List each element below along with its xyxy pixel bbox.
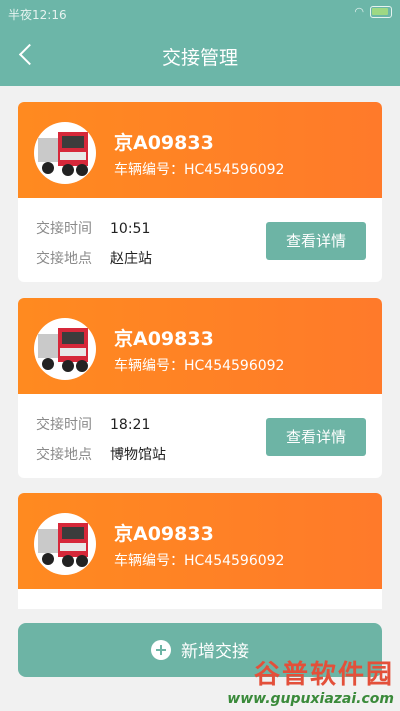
plus-icon (151, 639, 171, 660)
handover-location-value: 赵庄站 (110, 251, 152, 267)
truck-avatar (34, 318, 96, 380)
watermark-title: 谷普软件园 (253, 660, 394, 690)
handover-time-row: 交接时间 10:51 (36, 218, 150, 238)
truck-avatar (34, 513, 96, 575)
vehicle-number-label: 车辆编号： (114, 553, 184, 569)
status-bar: 半夜12:16 ◠ (0, 0, 400, 26)
plate-number: 京A09833 (114, 132, 214, 154)
handover-time-label: 交接时间 (36, 417, 92, 433)
handover-card: 京A09833 车辆编号：HC454596092 交接时间 18:21 交接地点 博… (18, 298, 382, 478)
card-header: 京A09833 车辆编号：HC454596092 (18, 493, 382, 589)
wifi-icon: ◠ (354, 5, 364, 18)
vehicle-number-value: HC454596092 (184, 358, 285, 374)
vehicle-number-value: HC454596092 (184, 162, 285, 178)
plate-number: 京A09833 (114, 523, 214, 545)
handover-time-label: 交接时间 (36, 221, 92, 237)
view-details-button[interactable]: 查看详情 (266, 222, 366, 260)
handover-time-value: 10:51 (110, 221, 151, 237)
handover-location-row: 交接地点 博物馆站 (36, 444, 166, 464)
handover-location-row: 交接地点 赵庄站 (36, 248, 152, 268)
vehicle-number-value: HC454596092 (184, 553, 285, 569)
card-header: 京A09833 车辆编号：HC454596092 (18, 102, 382, 198)
handover-card: 京A09833 车辆编号：HC454596092 交接时间 10:51 交接地点 赵… (18, 102, 382, 282)
watermark-url: www.gupuxiazai.com (227, 691, 394, 707)
handover-time-row: 交接时间 18:21 (36, 414, 150, 434)
vehicle-number-row: 车辆编号：HC454596092 (114, 355, 284, 375)
vehicle-number-label: 车辆编号： (114, 358, 184, 374)
plate-number: 京A09833 (114, 328, 214, 350)
watermark: 谷普软件园 www.gupuxiazai.com (227, 654, 394, 707)
header: 交接管理 (0, 26, 400, 86)
vehicle-number-row: 车辆编号：HC454596092 (114, 550, 284, 570)
card-header: 京A09833 车辆编号：HC454596092 (18, 298, 382, 394)
page-title: 交接管理 (161, 47, 238, 69)
handover-location-value: 博物馆站 (110, 447, 166, 463)
handover-card: 京A09833 车辆编号：HC454596092 (18, 493, 382, 609)
handover-location-label: 交接地点 (36, 251, 92, 267)
handover-time-value: 18:21 (110, 417, 151, 433)
battery-icon (370, 5, 392, 18)
view-details-button[interactable]: 查看详情 (266, 418, 366, 456)
vehicle-number-label: 车辆编号： (114, 162, 184, 178)
truck-avatar (34, 122, 96, 184)
status-icons: ◠ (354, 5, 392, 18)
vehicle-number-row: 车辆编号：HC454596092 (114, 159, 284, 179)
handover-location-label: 交接地点 (36, 447, 92, 463)
status-time: 半夜12:16 (8, 8, 67, 22)
